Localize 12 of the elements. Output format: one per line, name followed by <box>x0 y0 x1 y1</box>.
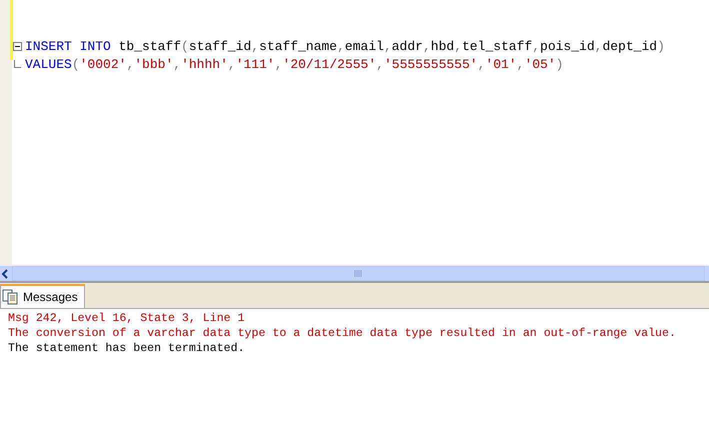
code-line: INSERT INTO tb_staff(staff_id,staff_name,email,addr,hbd,tel_staff,pois_id,dept_id) <box>25 38 665 54</box>
fold-end-icon <box>13 60 22 68</box>
scroll-left-icon[interactable] <box>1 268 9 278</box>
collapse-icon[interactable] <box>13 42 22 50</box>
message-line: Msg 242, Level 16, State 3, Line 1 <box>8 311 246 326</box>
document-icon <box>2 289 18 305</box>
message-line: The statement has been terminated. <box>8 341 246 356</box>
messages-tab[interactable]: Messages <box>0 284 85 308</box>
change-bar <box>10 0 13 60</box>
grip-icon <box>354 270 363 277</box>
code-line: VALUES('0002','bbb','hhhh','111','20/11/2555','5555555555','01','05') <box>25 56 564 72</box>
message-line: The conversion of a varchar data type to a datetime data type resulted in an out-of-range value. <box>8 326 677 341</box>
